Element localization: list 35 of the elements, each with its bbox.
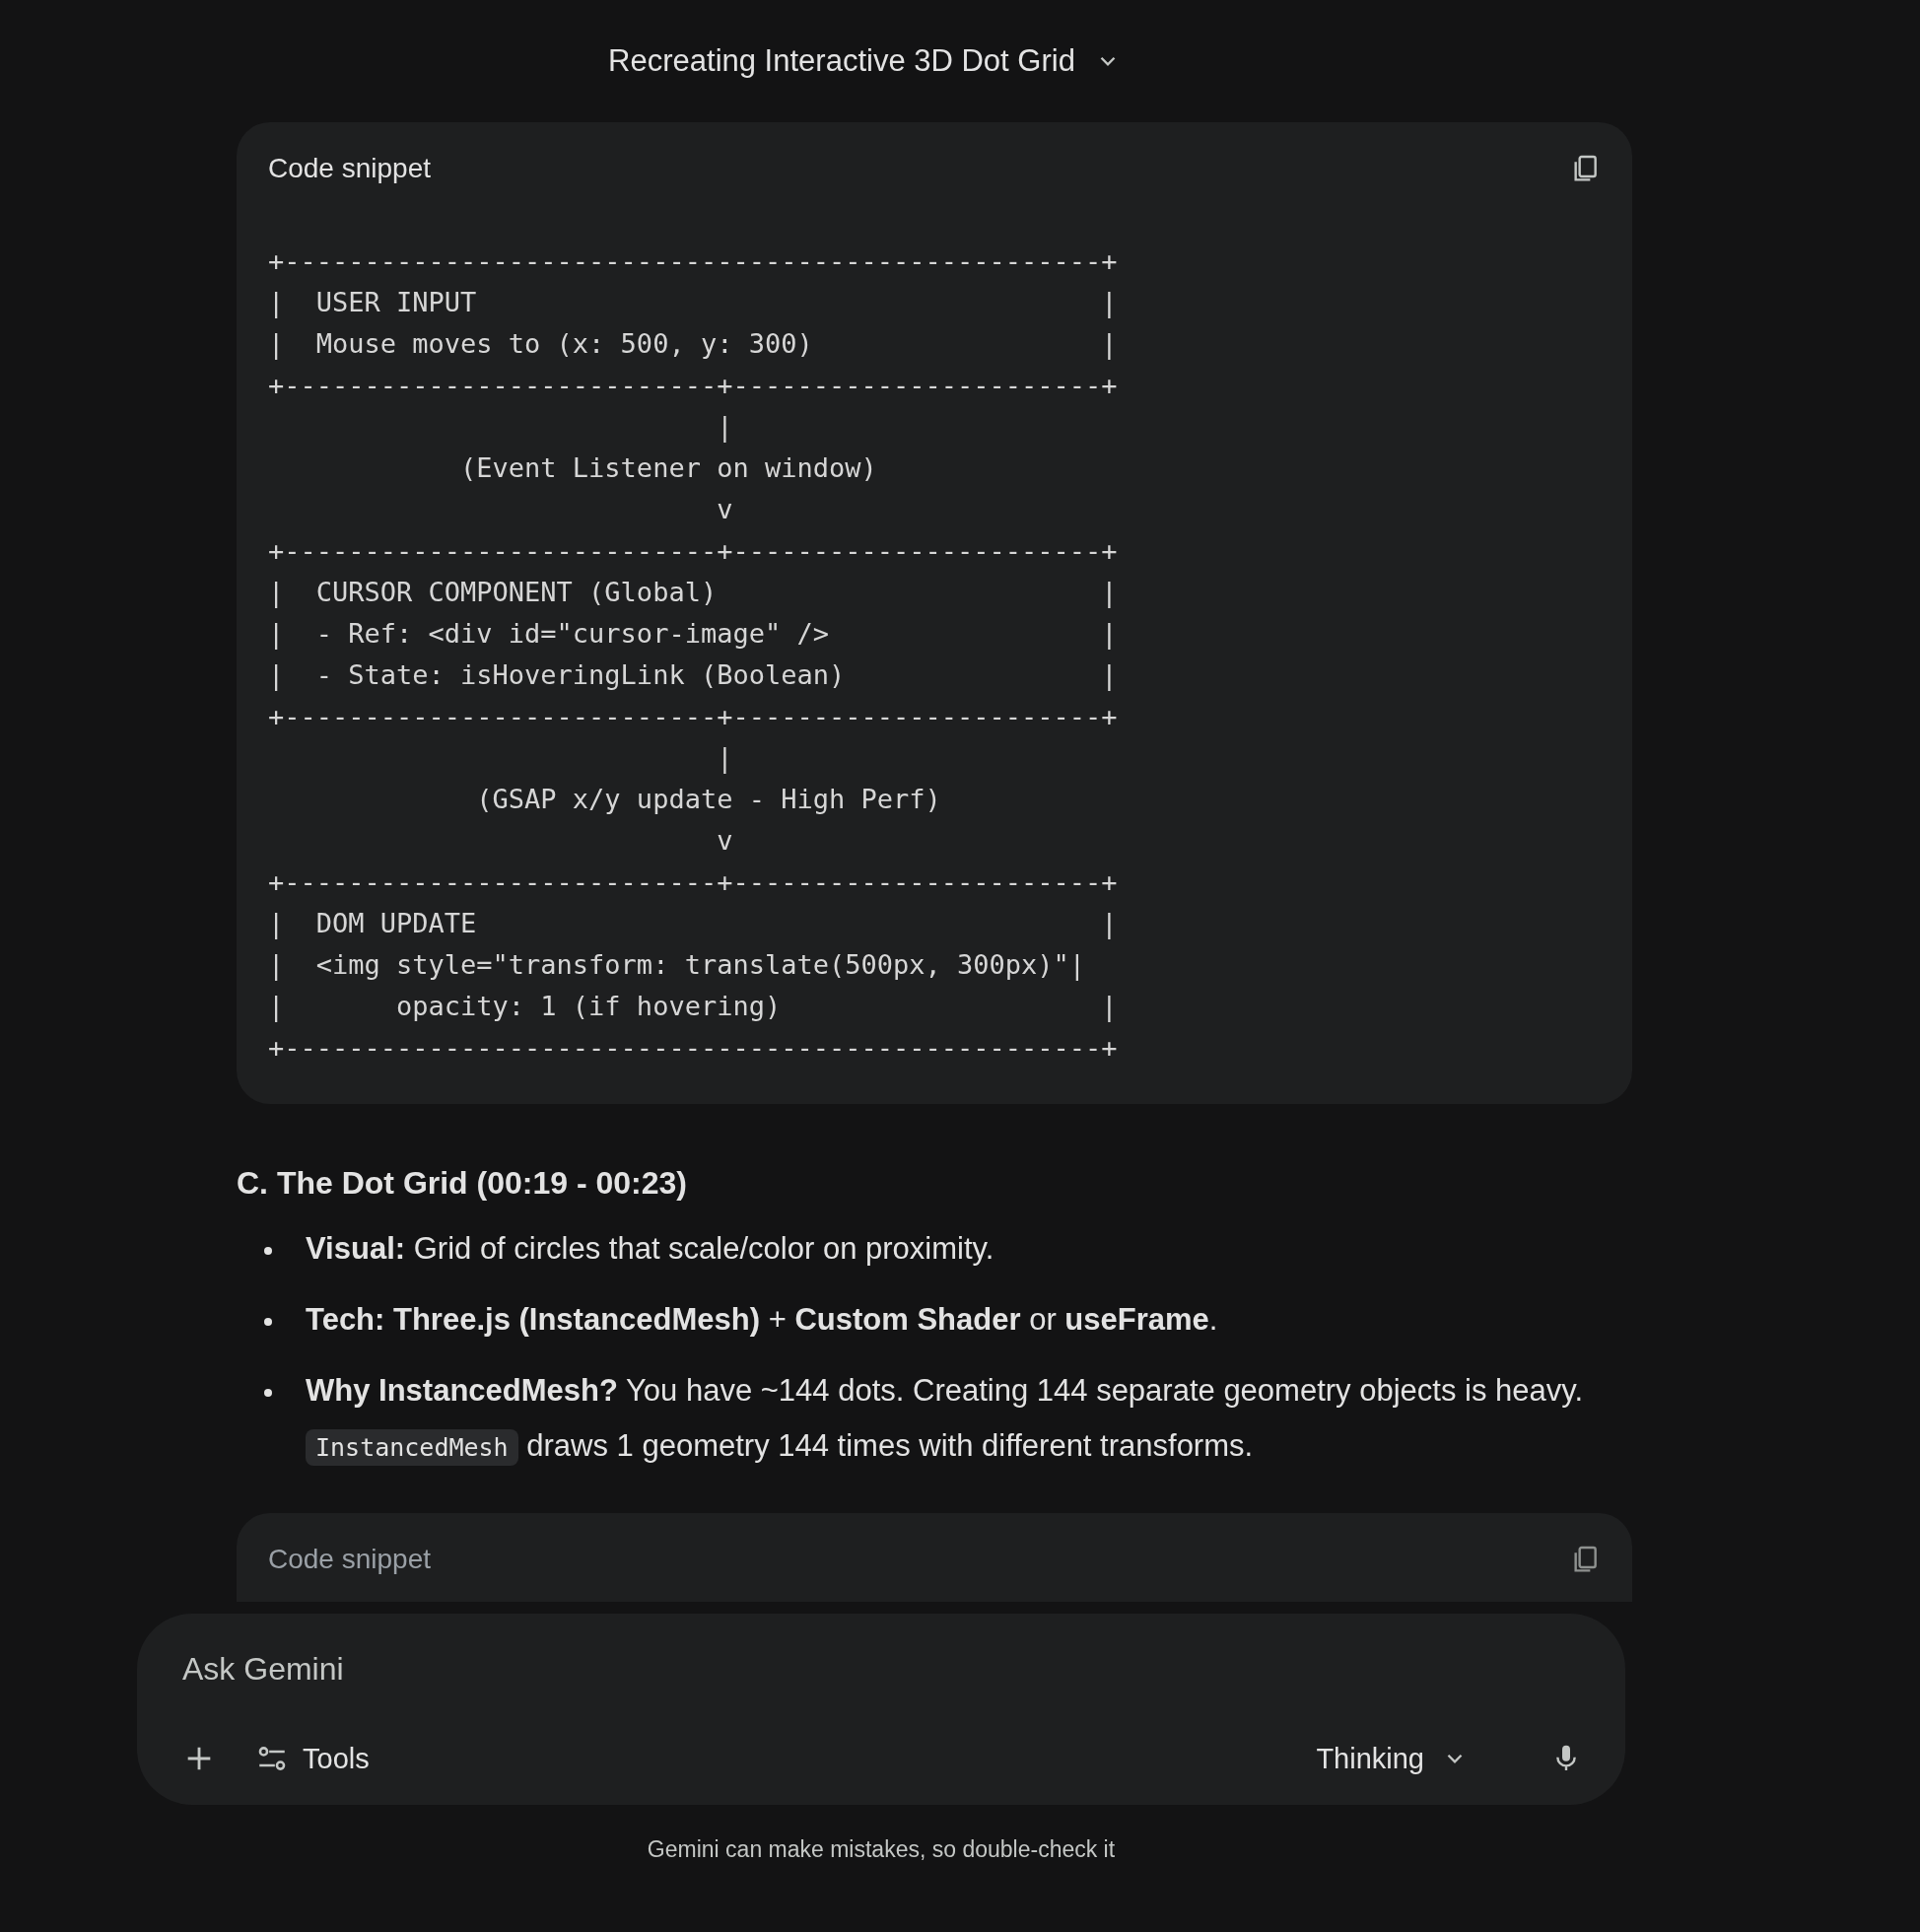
code-line: | <img style="transform: translate(500px, 300px)"| (268, 949, 1086, 980)
code-line: (Event Listener on window) (459, 452, 877, 483)
code-line: | CURSOR COMPONENT (Global) | (268, 577, 1118, 607)
bullet-icon (264, 1389, 272, 1397)
code-line: v (716, 825, 733, 856)
code-line: +---------------------------+-----------------------+ (268, 370, 1118, 400)
bullet-text: Why InstancedMesh? You have ~144 dots. Creating 144 separate geometry objects is heavy. InstancedMesh draws 1 geometry 144 times with different transforms. (306, 1363, 1607, 1476)
bullet-text: Visual: Grid of circles that scale/color on proximity. (306, 1230, 994, 1268)
bullet-text: Tech: Three.js (InstancedMesh) + Custom Shader or useFrame. (306, 1301, 1218, 1339)
code-line: | opacity: 1 (if hovering) | (268, 991, 1118, 1021)
code-label: Code snippet (268, 153, 431, 184)
inline-code: InstancedMesh (306, 1429, 518, 1466)
code-line: | Mouse moves to (x: 500, y: 300) | (268, 328, 1118, 359)
tools-button[interactable]: Tools (255, 1742, 370, 1775)
code-line: +---------------------------+-----------------------+ (268, 701, 1118, 731)
code-line: | - State: isHoveringLink (Boolean) | (268, 659, 1118, 690)
code-line: | DOM UPDATE | (268, 908, 1118, 938)
code-line: | USER INPUT | (268, 287, 1118, 317)
section-heading: C. The Dot Grid (00:19 - 00:23) (237, 1165, 688, 1202)
conversation-title[interactable]: Recreating Interactive 3D Dot Grid (608, 43, 1075, 79)
code-line: | (716, 411, 733, 442)
code-line: | (716, 742, 733, 773)
code-line: +---------------------------------------------------+ (268, 245, 1118, 276)
bullet-icon (264, 1318, 272, 1326)
disclaimer-text: Gemini can make mistakes, so double-check it (647, 1836, 1116, 1863)
code-line: (GSAP x/y update - High Perf) (475, 784, 941, 814)
code-line: +---------------------------+-----------------------+ (268, 535, 1118, 566)
prompt-field[interactable]: Ask Gemini Tools Thinking (137, 1614, 1625, 1805)
code-label: Code snippet (268, 1544, 431, 1575)
code-line: +---------------------------------------------------+ (268, 1032, 1118, 1063)
code-line: v (716, 494, 733, 524)
bullet-icon (264, 1247, 272, 1255)
mode-dropdown[interactable]: Thinking (1316, 1742, 1468, 1775)
code-line: +---------------------------+-----------------------+ (268, 866, 1118, 897)
code-line: | - Ref: <div id="cursor-image" /> | (268, 618, 1118, 649)
